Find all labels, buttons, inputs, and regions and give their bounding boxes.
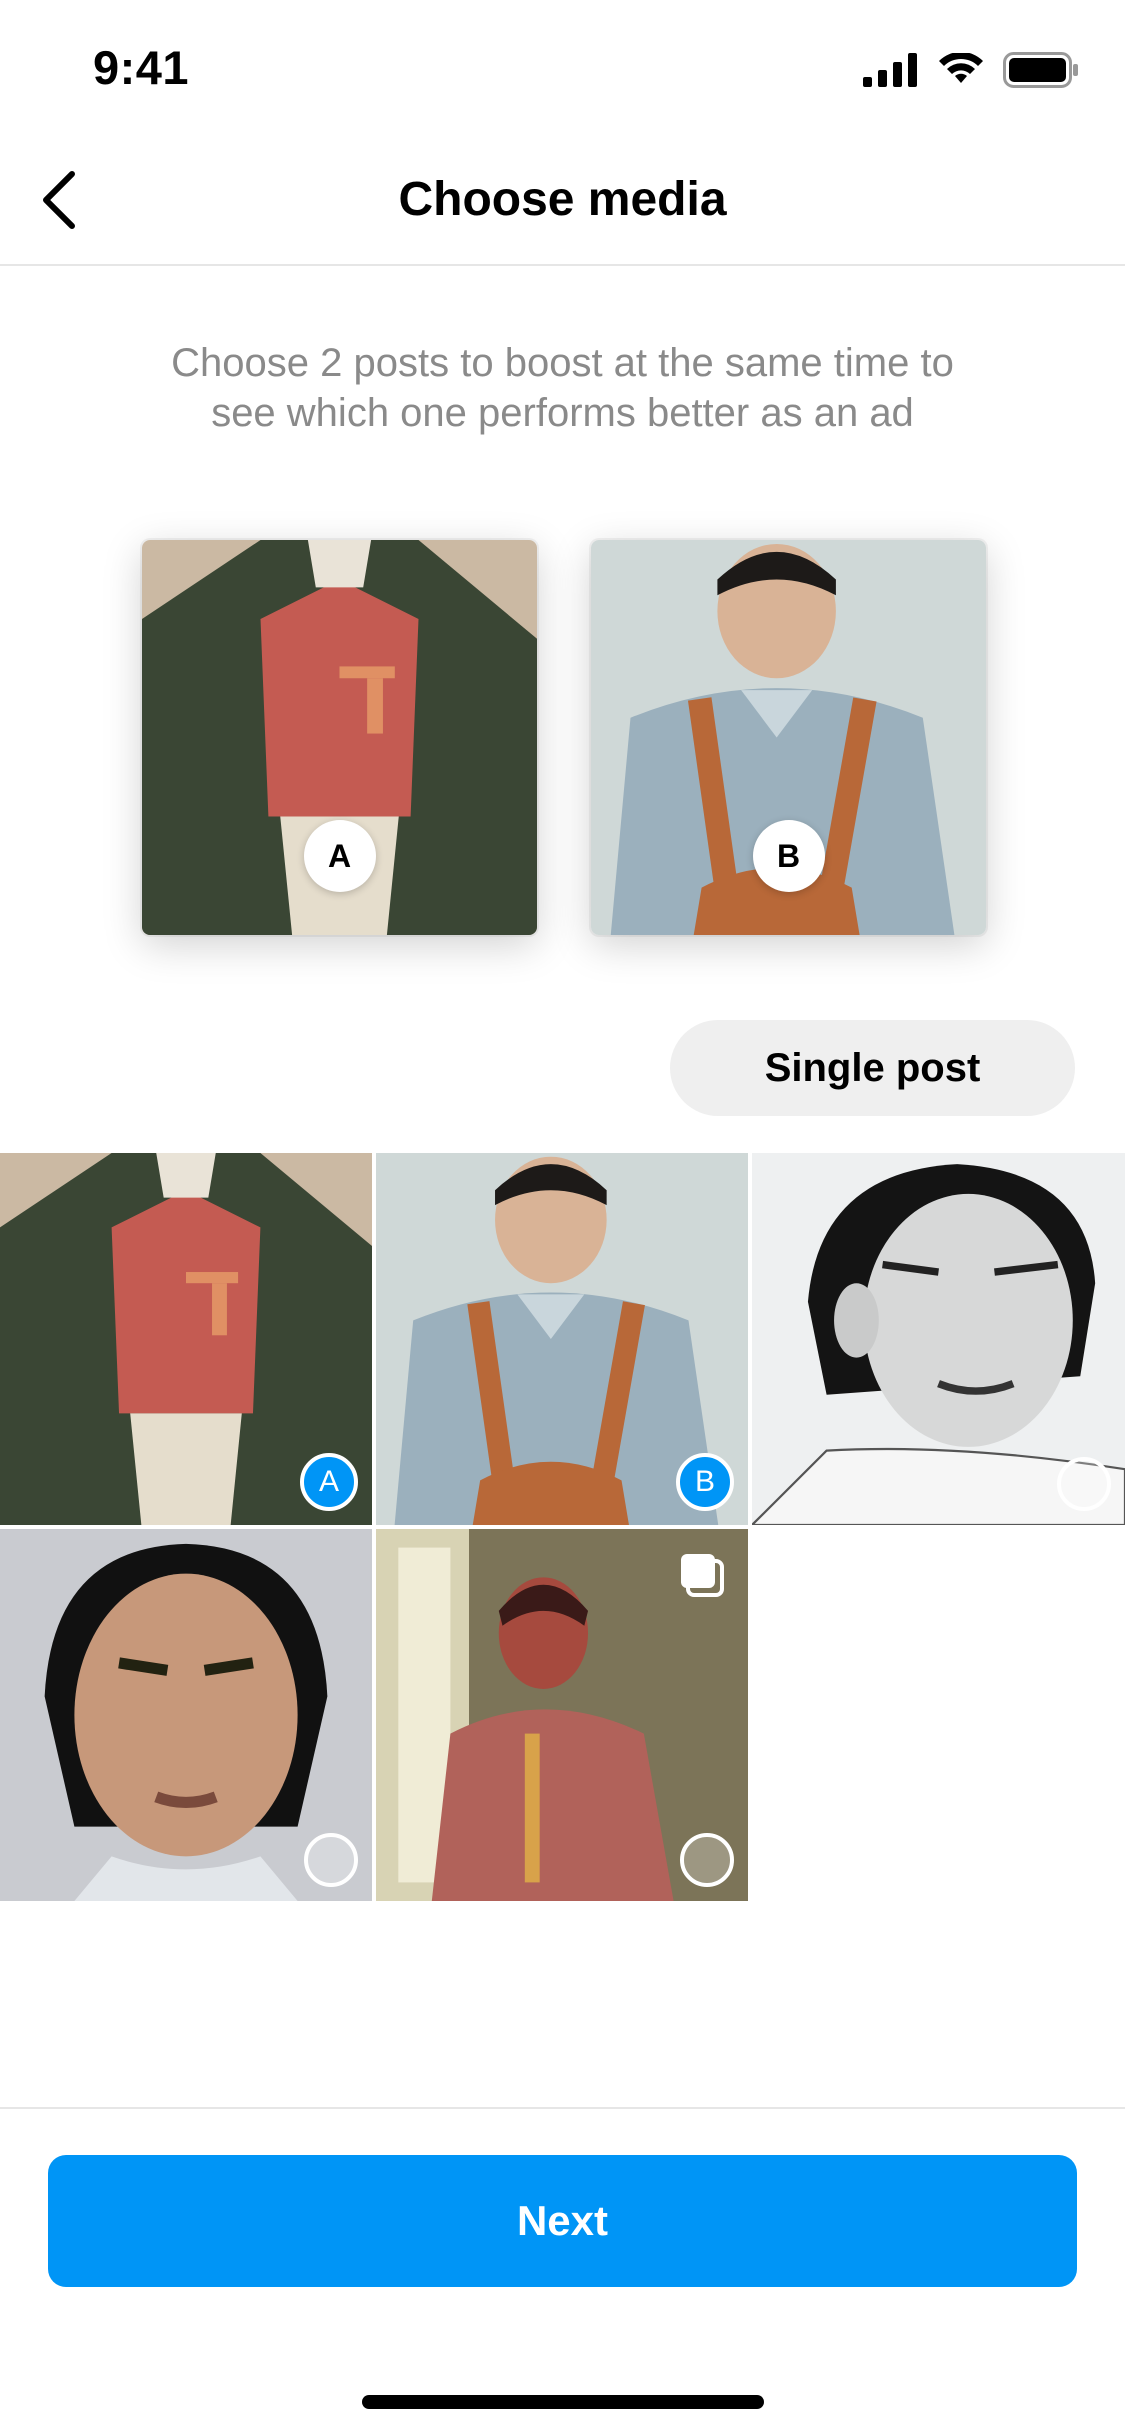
page-title: Choose media xyxy=(398,173,727,226)
instruction-text: Choose 2 posts to boost at the same time… xyxy=(100,338,1025,438)
battery-icon xyxy=(1003,52,1078,88)
status-time: 9:41 xyxy=(93,41,190,94)
preview-card-a[interactable]: A xyxy=(142,540,537,935)
preview-card-b[interactable]: B xyxy=(591,540,986,935)
single-post-button[interactable]: Single post xyxy=(670,1020,1075,1116)
selection-badge-b[interactable]: B xyxy=(676,1453,734,1511)
next-button[interactable]: Next xyxy=(48,2155,1077,2287)
media-tile[interactable] xyxy=(0,1529,372,1901)
bottom-divider xyxy=(0,2107,1125,2109)
wifi-icon xyxy=(939,53,983,83)
instruction-line-1: Choose 2 posts to boost at the same time… xyxy=(171,341,954,385)
media-tile[interactable] xyxy=(752,1153,1125,1525)
cellular-signal-icon xyxy=(863,53,917,87)
media-tile[interactable] xyxy=(376,1529,748,1901)
multiple-posts-icon xyxy=(681,1554,724,1597)
selection-circle[interactable] xyxy=(680,1833,734,1887)
variant-a-badge: A xyxy=(303,820,376,892)
nav-bar: Choose media xyxy=(0,140,1125,266)
home-indicator xyxy=(362,2395,764,2409)
status-bar: 9:41 xyxy=(0,0,1125,140)
selection-circle[interactable] xyxy=(1057,1457,1111,1511)
variant-b-badge: B xyxy=(752,820,825,892)
media-tile[interactable]: B xyxy=(376,1153,748,1525)
selection-badge-a[interactable]: A xyxy=(300,1453,358,1511)
selection-circle[interactable] xyxy=(304,1833,358,1887)
instruction-line-2: see which one performs better as an ad xyxy=(211,391,914,435)
media-tile[interactable]: A xyxy=(0,1153,372,1525)
status-icons xyxy=(863,50,1079,90)
